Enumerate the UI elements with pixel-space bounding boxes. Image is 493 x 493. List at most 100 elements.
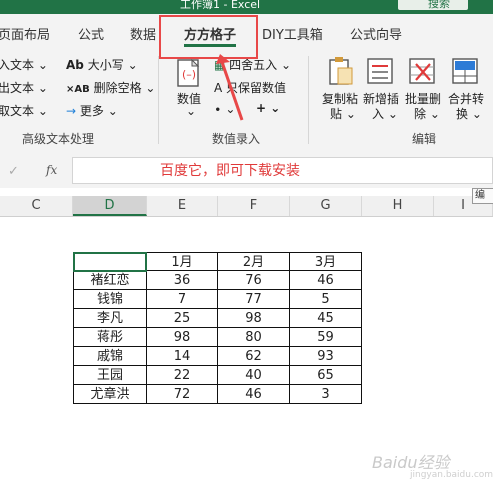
chevron-down-icon: ⌄: [37, 81, 48, 95]
svg-text:(–): (–): [182, 68, 196, 81]
table-cell[interactable]: 76: [218, 271, 290, 290]
plus-button[interactable]: + ⌄: [256, 101, 280, 115]
extract-text-button[interactable]: 出文本 ⌄: [0, 79, 48, 96]
merge-convert-icon: [452, 58, 478, 84]
table-cell[interactable]: 蒋彤: [73, 328, 147, 347]
confirm-icon[interactable]: ✓: [8, 164, 19, 179]
table-cell[interactable]: 李凡: [73, 309, 147, 328]
table-cell[interactable]: 褚红恋: [73, 271, 147, 290]
watermark-url: jingyan.baidu.com: [410, 470, 493, 480]
delete-space-icon: ×AB: [66, 84, 90, 95]
table-cell[interactable]: 77: [218, 290, 290, 309]
case-icon: Ab: [66, 58, 84, 72]
red-arrow-annotation: [216, 54, 244, 121]
copy-paste-label-2: 贴: [330, 107, 343, 121]
table-cell[interactable]: 25: [147, 309, 218, 328]
new-insert-button-line2[interactable]: 入 ⌄: [372, 105, 398, 122]
tooltip: 编辑: [472, 188, 493, 204]
table-cell[interactable]: 36: [147, 271, 218, 290]
copy-paste-label-1: 复制粘: [322, 92, 359, 106]
table-cell[interactable]: 王园: [73, 366, 147, 385]
merge-convert-label-1: 合并转: [448, 92, 485, 106]
tab-formulas[interactable]: 公式: [78, 24, 104, 43]
window-title: 工作簿1 - Excel: [180, 0, 261, 11]
merge-convert-label-2: 换: [456, 107, 469, 121]
copy-paste-icon: [329, 57, 353, 85]
copy-paste-button-line2[interactable]: 贴 ⌄: [330, 105, 356, 122]
group-divider: [308, 56, 309, 144]
chevron-down-icon: ⌄: [127, 58, 138, 72]
table-cell[interactable]: 14: [147, 347, 218, 366]
batch-delete-label-1: 批量删: [405, 92, 442, 106]
table-header-cell[interactable]: 1月: [147, 252, 218, 271]
table-cell[interactable]: 22: [147, 366, 218, 385]
column-header-g[interactable]: G: [290, 196, 362, 216]
chevron-down-icon: ⌄: [429, 107, 440, 121]
column-header-d[interactable]: D: [73, 196, 147, 216]
new-insert-icon: [367, 58, 393, 84]
batch-delete-label-2: 除: [414, 107, 427, 121]
new-insert-label-1: 新增插: [363, 92, 400, 106]
insert-text-label: 入文本: [0, 58, 35, 72]
column-header-f[interactable]: F: [218, 196, 290, 216]
fx-icon[interactable]: fx: [46, 163, 57, 177]
chevron-down-icon: ⌄: [471, 107, 482, 121]
table-cell[interactable]: 98: [147, 328, 218, 347]
case-button[interactable]: Ab 大小写 ⌄: [66, 56, 138, 73]
tab-page-layout[interactable]: 页面布局: [0, 24, 50, 43]
table-cell[interactable]: 93: [290, 347, 362, 366]
table-cell[interactable]: 7: [147, 290, 218, 309]
take-text-button[interactable]: 取文本 ⌄: [0, 102, 48, 119]
merge-convert-button-line2[interactable]: 换 ⌄: [456, 105, 482, 122]
tab-data[interactable]: 数据: [130, 24, 156, 43]
value-document-icon: (–): [177, 58, 200, 87]
table-cell[interactable]: 98: [218, 309, 290, 328]
table-cell[interactable]: 尤章洪: [73, 385, 147, 404]
table-cell[interactable]: 72: [147, 385, 218, 404]
tab-formula-wizard[interactable]: 公式向导: [350, 24, 402, 43]
column-header-e[interactable]: E: [147, 196, 218, 216]
batch-delete-button-line2[interactable]: 除 ⌄: [414, 105, 440, 122]
annotation-text: 百度它，即可下载安装: [160, 163, 300, 179]
table-header-cell[interactable]: 3月: [290, 252, 362, 271]
new-insert-label-2: 入: [372, 107, 385, 121]
table-cell[interactable]: 40: [218, 366, 290, 385]
table-cell[interactable]: 戚锦: [73, 347, 147, 366]
group-label-edit: 编辑: [412, 132, 437, 146]
table-cell[interactable]: 46: [218, 385, 290, 404]
insert-text-button[interactable]: 入文本 ⌄: [0, 56, 48, 73]
chevron-down-icon: ⌄: [270, 101, 281, 115]
table-cell[interactable]: 45: [290, 309, 362, 328]
chevron-down-icon: ⌄: [107, 104, 118, 118]
table-cell[interactable]: 80: [218, 328, 290, 347]
table-cell[interactable]: 65: [290, 366, 362, 385]
table-header-cell[interactable]: 2月: [218, 252, 290, 271]
column-header-c[interactable]: C: [0, 196, 73, 216]
table-cell[interactable]: 3: [290, 385, 362, 404]
active-cell[interactable]: [73, 252, 147, 272]
more-label: 更多: [79, 104, 104, 118]
chevron-down-icon: ⌄: [145, 81, 156, 95]
search-label: 搜索: [428, 0, 450, 10]
chevron-down-icon: ⌄: [281, 58, 292, 72]
chevron-down-icon: ⌄: [345, 107, 356, 121]
delete-space-label: 删除空格: [93, 81, 142, 95]
highlight-box: [159, 15, 258, 59]
table-cell[interactable]: 钱锦: [73, 290, 147, 309]
chevron-down-icon: ⌄: [387, 107, 398, 121]
take-text-label: 取文本: [0, 104, 35, 118]
table-cell[interactable]: 46: [290, 271, 362, 290]
delete-space-button[interactable]: ×AB 删除空格 ⌄: [66, 79, 155, 96]
tab-diy-toolbox[interactable]: DIY工具箱: [262, 24, 323, 43]
table-cell[interactable]: 62: [218, 347, 290, 366]
chevron-down-icon: ⌄: [37, 58, 48, 72]
arrow-right-icon: →: [66, 104, 77, 118]
more-button[interactable]: → 更多 ⌄: [66, 102, 118, 119]
column-header-h[interactable]: H: [362, 196, 434, 216]
batch-delete-icon: [409, 58, 435, 84]
table-cell[interactable]: 59: [290, 328, 362, 347]
table-cell[interactable]: 5: [290, 290, 362, 309]
group-divider: [158, 56, 159, 144]
case-label: 大小写: [87, 58, 124, 72]
chevron-down-icon: ⌄: [37, 104, 48, 118]
